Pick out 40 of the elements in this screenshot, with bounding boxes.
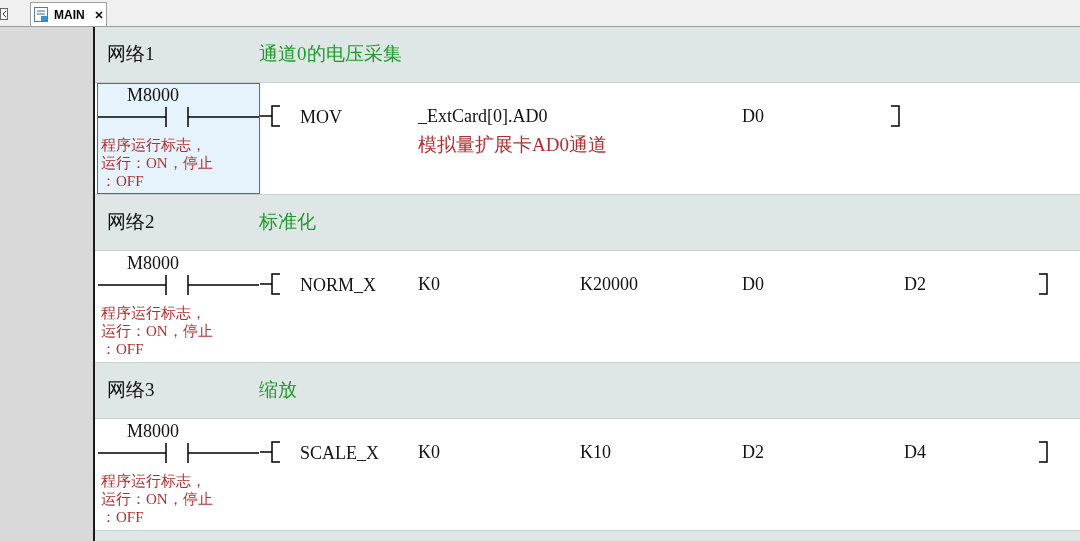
network-title: 网络1 [107, 42, 156, 67]
contact-cell[interactable]: M8000 程序运行标志，运行：ON，停止：OFF [97, 419, 260, 530]
contact-comment: 程序运行标志，运行：ON，停止：OFF [101, 136, 214, 190]
operand: _ExtCard[0].AD0 [418, 106, 548, 126]
network-comment: 通道0的电压采集 [259, 42, 402, 67]
operand-comment: 模拟量扩展卡AD0通道 [418, 134, 607, 156]
network-title: 网络3 [107, 378, 156, 403]
operand: D2 [904, 274, 926, 294]
contact-address: M8000 [127, 85, 179, 105]
scroll-left-icon[interactable] [0, 8, 8, 20]
contact-icon [98, 106, 259, 128]
instruction-name: NORM_X [300, 275, 376, 295]
network-comment: 标准化 [259, 210, 316, 235]
contact-address: M8000 [127, 421, 179, 441]
operand: D2 [742, 442, 764, 462]
instruction-name: SCALE_X [300, 443, 379, 463]
ladder-file-icon [34, 7, 48, 22]
operand: K20000 [580, 274, 638, 294]
contact-comment: 程序运行标志，运行：ON，停止：OFF [101, 304, 214, 358]
editor-tab[interactable]: MAIN [30, 2, 107, 26]
operand: D4 [904, 442, 926, 462]
operand: D0 [742, 106, 764, 126]
closing-bracket-icon [890, 105, 900, 127]
closing-bracket-icon [1038, 273, 1048, 295]
closing-bracket-icon [1038, 441, 1048, 463]
operand: K10 [580, 442, 611, 462]
instruction-name: MOV [300, 107, 342, 127]
contact-cell[interactable]: M8000 程序运行标志，运行：ON，停止：OFF [97, 83, 260, 194]
operand: K0 [418, 442, 440, 462]
close-icon[interactable] [94, 10, 103, 19]
contact-comment: 程序运行标志，运行：ON，停止：OFF [101, 472, 214, 526]
network-title: 网络2 [107, 210, 156, 235]
contact-icon [98, 274, 259, 296]
tab-label: MAIN [54, 6, 85, 24]
network-comment: 缩放 [259, 378, 297, 403]
contact-cell[interactable]: M8000 程序运行标志，运行：ON，停止：OFF [97, 251, 260, 362]
contact-icon [98, 442, 259, 464]
operand: D0 [742, 274, 764, 294]
operand: K0 [418, 274, 440, 294]
contact-address: M8000 [127, 253, 179, 273]
